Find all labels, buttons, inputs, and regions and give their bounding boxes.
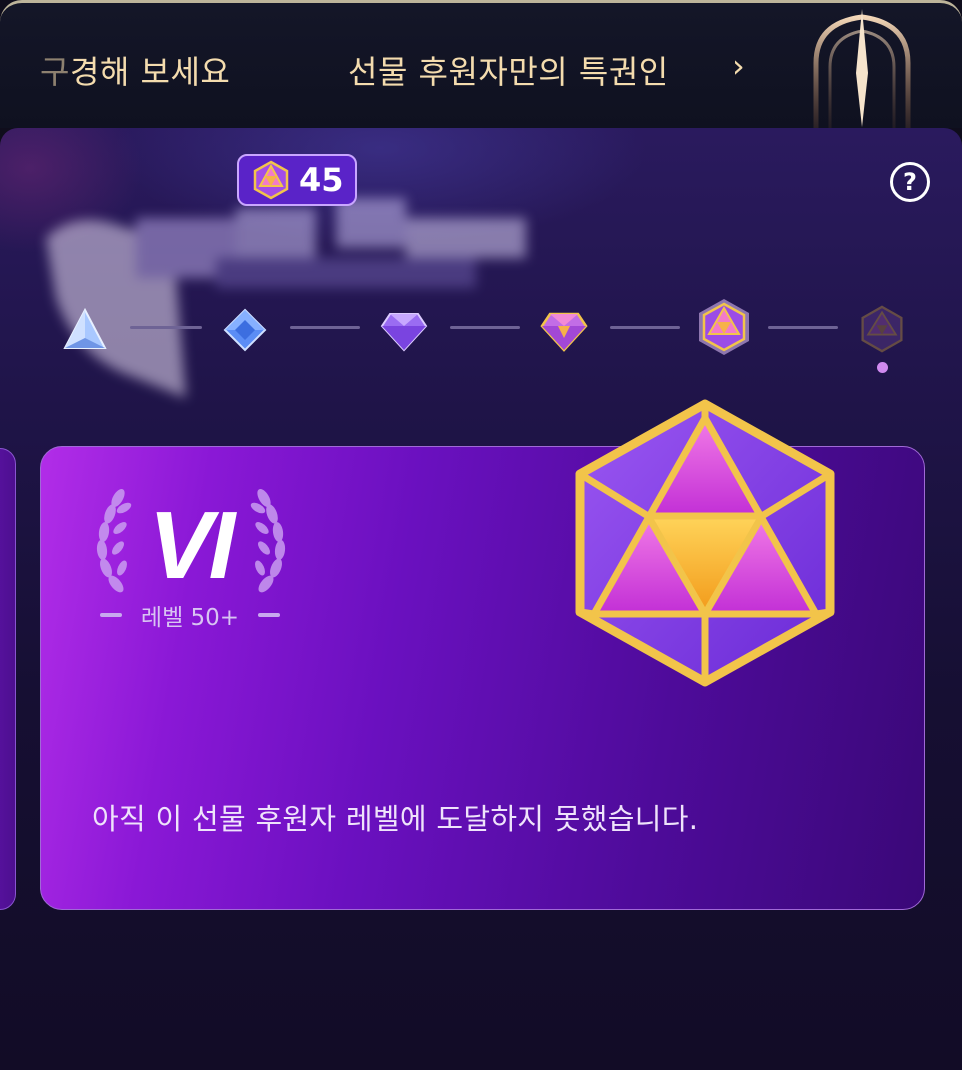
level-label-row: 레벨 50+ bbox=[100, 600, 280, 631]
pale-triangle-gem-icon[interactable] bbox=[61, 306, 109, 354]
pink-cut-gem-icon[interactable] bbox=[540, 306, 588, 354]
dim-hexagon-gem-icon[interactable] bbox=[858, 305, 906, 353]
current-tier-dot bbox=[877, 362, 888, 373]
label-dash bbox=[257, 613, 280, 617]
promo-banner[interactable]: 구경해 보세요 선물 후원자만의 특권인 › bbox=[0, 0, 962, 128]
pink-gem-icon bbox=[253, 160, 289, 200]
tier-connector bbox=[130, 326, 202, 329]
blue-diamond-gem-icon[interactable] bbox=[221, 306, 269, 354]
level-requirement: 레벨 50+ bbox=[140, 605, 240, 631]
question-circle-icon[interactable]: ? bbox=[890, 162, 930, 202]
banner-right-text: 선물 후원자만의 특권인 bbox=[348, 53, 669, 91]
tier-connector bbox=[450, 326, 520, 329]
tier-connector bbox=[290, 326, 360, 329]
banner-left-main: 경해 보세요 bbox=[69, 53, 231, 91]
card-status-message: 아직 이 선물 후원자 레벨에 도달하지 못했습니다. bbox=[92, 802, 699, 836]
violet-cut-gem-icon[interactable] bbox=[380, 306, 428, 354]
previous-card-peek[interactable] bbox=[0, 448, 16, 910]
gem-count: 45 bbox=[299, 161, 344, 199]
level-roman-numeral: VI bbox=[148, 492, 236, 599]
icosahedron-gem-icon bbox=[575, 399, 835, 687]
hexagon-gem-icon[interactable] bbox=[697, 298, 751, 356]
tier-connector bbox=[610, 326, 680, 329]
banner-left-text: 구경해 보세요 bbox=[40, 47, 230, 93]
tier-connector bbox=[768, 326, 838, 329]
banner-chevron-right-icon[interactable]: › bbox=[732, 47, 745, 85]
label-dash bbox=[100, 613, 122, 617]
banner-left-fragment: 구 bbox=[40, 53, 70, 91]
blurred-profile-image bbox=[46, 198, 526, 398]
ornament-arch-icon bbox=[813, 9, 911, 128]
gem-count-badge[interactable]: 45 bbox=[237, 154, 357, 206]
